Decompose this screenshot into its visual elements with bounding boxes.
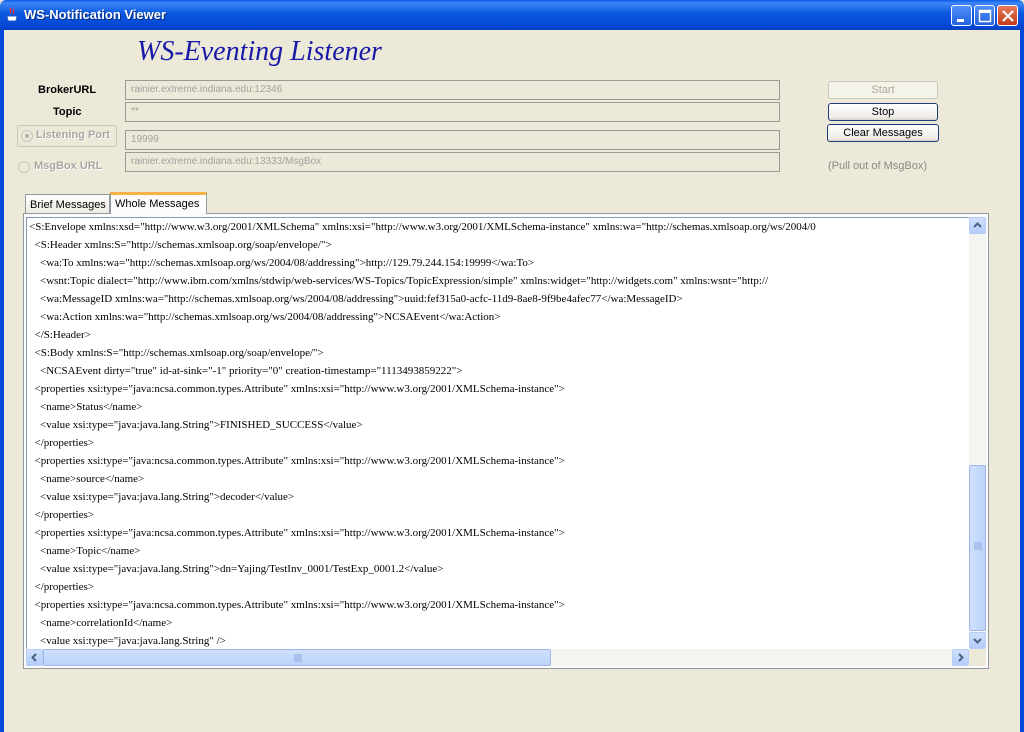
radio-selected-dot [25, 134, 29, 138]
chevron-up-icon [973, 222, 982, 228]
maximize-icon [978, 9, 992, 23]
start-button[interactable]: Start [828, 81, 938, 99]
message-line: <name>Topic</name> [29, 545, 141, 557]
page-title: WS-Eventing Listener [137, 36, 382, 67]
scroll-right-button[interactable] [952, 649, 969, 666]
window-frame-left [0, 30, 4, 732]
message-line: <value xsi:type="java:java.lang.String">… [29, 419, 363, 431]
listening-port-radio[interactable] [21, 130, 33, 142]
message-line: <properties xsi:type="java:ncsa.common.t… [29, 455, 565, 467]
message-line: <wa:Action xmlns:wa="http://schemas.xmls… [29, 311, 501, 323]
message-line: <S:Header xmlns:S="http://schemas.xmlsoa… [29, 239, 332, 251]
message-line: <name>correlationId</name> [29, 617, 173, 629]
scroll-left-button[interactable] [26, 649, 43, 666]
minimize-icon [957, 19, 964, 22]
scroll-up-button[interactable] [969, 217, 986, 234]
tab-brief-messages[interactable]: Brief Messages [25, 194, 110, 214]
message-line: </properties> [29, 509, 94, 521]
message-line: <value xsi:type="java:java.lang.String">… [29, 491, 295, 503]
close-icon [1002, 10, 1014, 22]
chevron-down-icon [973, 638, 982, 644]
vertical-scroll-thumb[interactable] [969, 465, 986, 631]
topic-field[interactable]: ** [125, 102, 780, 122]
scroll-down-button[interactable] [969, 632, 986, 649]
close-button[interactable] [997, 5, 1018, 26]
broker-url-field[interactable]: rainier.extreme.indiana.edu:12346 [125, 80, 780, 100]
message-line: <wa:MessageID xmlns:wa="http://schemas.x… [29, 293, 683, 305]
stop-button[interactable]: Stop [828, 103, 938, 121]
message-line: </properties> [29, 581, 94, 593]
window-title: WS-Notification Viewer [24, 7, 167, 22]
window-frame-right [1020, 30, 1024, 732]
title-bar[interactable]: WS-Notification Viewer [0, 0, 1024, 30]
msgbox-url-radio[interactable] [18, 161, 30, 173]
message-line: <wa:To xmlns:wa="http://schemas.xmlsoap.… [29, 257, 535, 269]
message-line: <properties xsi:type="java:ncsa.common.t… [29, 527, 565, 539]
message-line: <properties xsi:type="java:ncsa.common.t… [29, 599, 565, 611]
message-line: <NCSAEvent dirty="true" id-at-sink="-1" … [29, 365, 463, 377]
horizontal-scrollbar[interactable] [26, 649, 969, 666]
message-line: <S:Envelope xmlns:xsd="http://www.w3.org… [29, 221, 816, 233]
listening-port-label: Listening Port [36, 129, 110, 141]
msgbox-url-label: MsgBox URL [34, 160, 103, 172]
grip-icon [294, 654, 302, 662]
topic-label: Topic [53, 106, 82, 118]
message-line: </S:Header> [29, 329, 91, 341]
chevron-left-icon [31, 653, 37, 662]
message-line: <value xsi:type="java:java.lang.String">… [29, 563, 444, 575]
horizontal-scroll-thumb[interactable] [43, 649, 551, 666]
minimize-button[interactable] [951, 5, 972, 26]
message-line: <wsnt:Topic dialect="http://www.ibm.com/… [29, 275, 769, 287]
message-line: <S:Body xmlns:S="http://schemas.xmlsoap.… [29, 347, 324, 359]
message-line: <name>Status</name> [29, 401, 143, 413]
message-line: <properties xsi:type="java:ncsa.common.t… [29, 383, 565, 395]
grip-icon [974, 542, 982, 550]
java-cup-icon[interactable] [5, 7, 19, 23]
clear-messages-button[interactable]: Clear Messages [827, 124, 939, 142]
chevron-right-icon [958, 653, 964, 662]
message-line: <value xsi:type="java:java.lang.String" … [29, 635, 226, 647]
listening-port-field[interactable]: 19999 [125, 130, 780, 150]
vertical-scrollbar[interactable] [969, 217, 986, 649]
msgbox-url-field[interactable]: rainier.extreme.indiana.edu:13333/MsgBox [125, 152, 780, 172]
pull-out-note: (Pull out of MsgBox) [828, 160, 928, 172]
message-line: <name>source</name> [29, 473, 145, 485]
maximize-button[interactable] [974, 5, 995, 26]
broker-url-label: BrokerURL [38, 84, 97, 96]
message-line: </properties> [29, 437, 94, 449]
tab-whole-messages[interactable]: Whole Messages [110, 192, 207, 214]
messages-textarea[interactable]: <S:Envelope xmlns:xsd="http://www.w3.org… [26, 217, 969, 649]
scrollbar-corner [969, 649, 986, 666]
